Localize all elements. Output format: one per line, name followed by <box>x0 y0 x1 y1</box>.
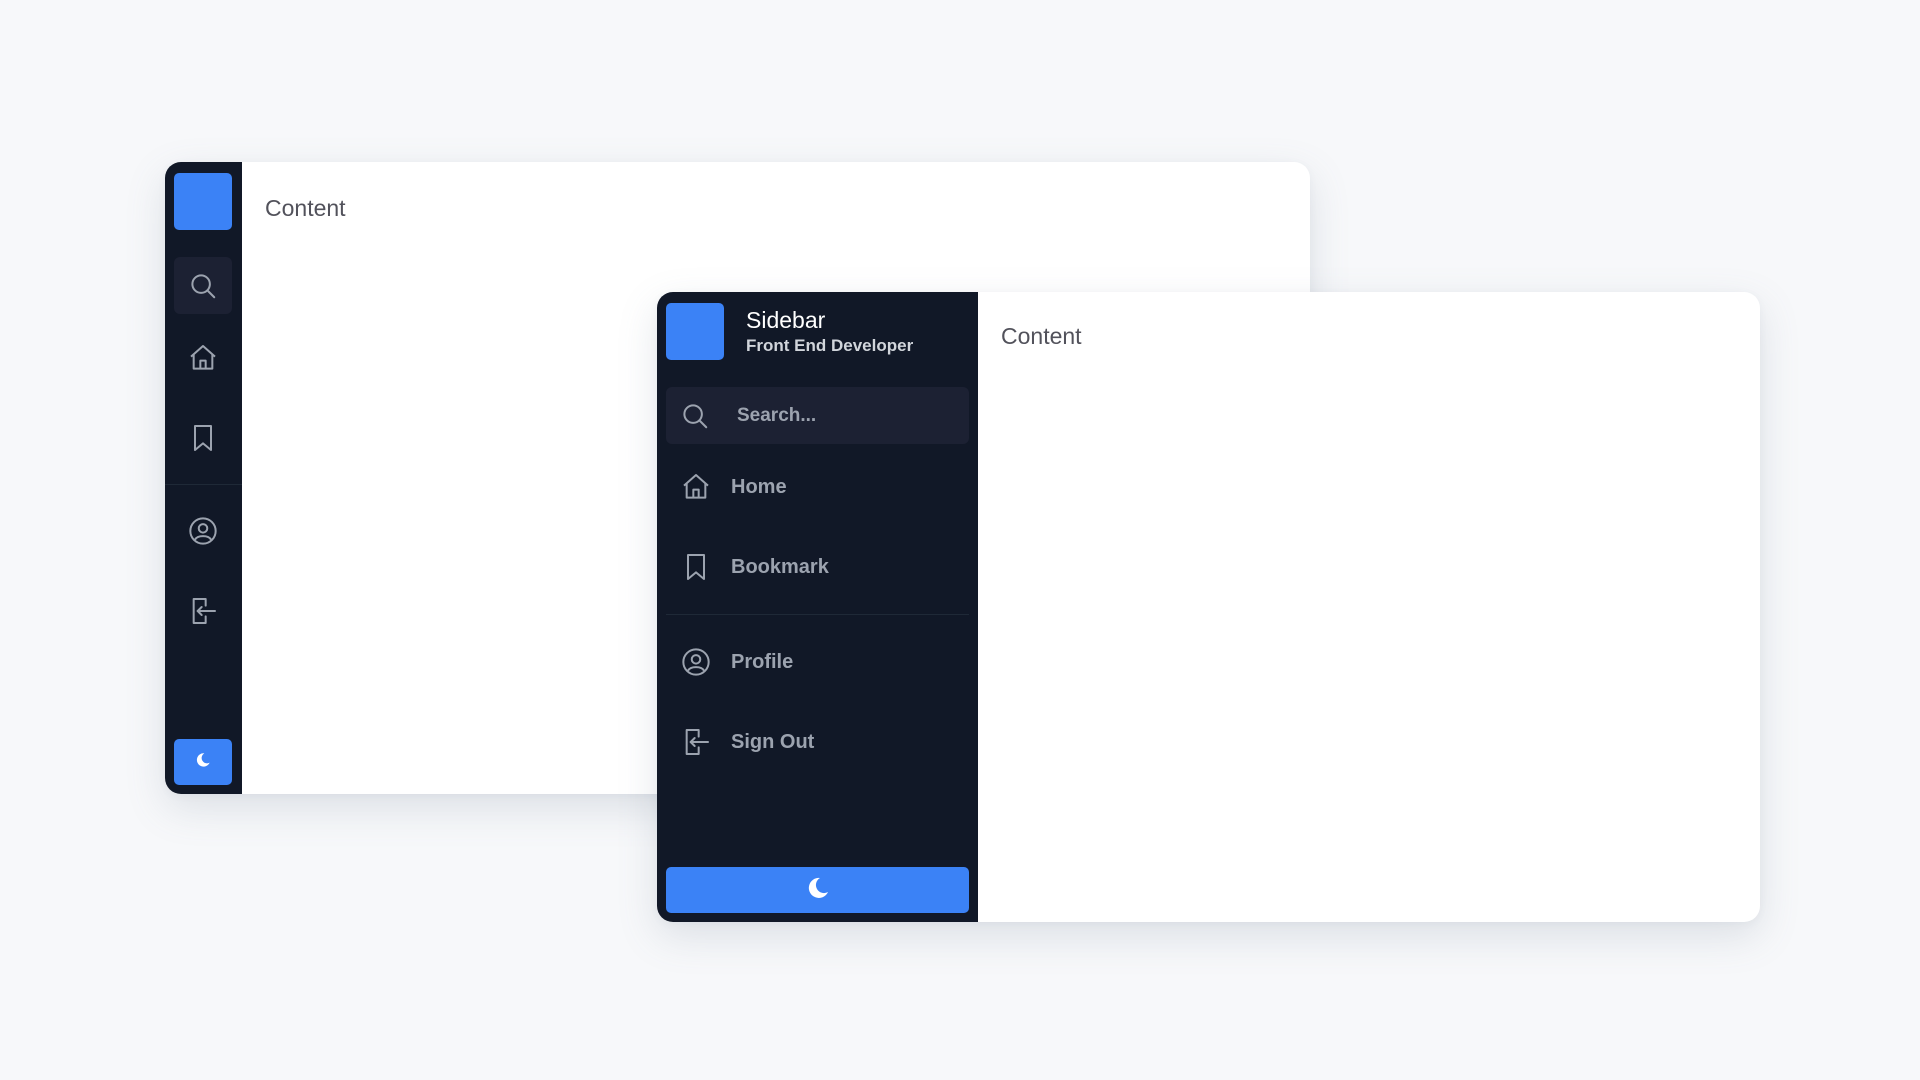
sign-out-icon <box>679 725 713 759</box>
menu-divider <box>165 484 242 485</box>
content-text: Content <box>265 195 346 221</box>
sidebar-item-home[interactable] <box>174 318 232 398</box>
logo[interactable] <box>666 303 724 360</box>
home-icon <box>679 470 713 504</box>
sidebar-item-bookmark[interactable]: Bookmark <box>666 527 969 607</box>
brand-header: Sidebar Front End Developer <box>666 303 969 360</box>
user-circle-icon <box>186 514 220 548</box>
sidebar-item-sign-out[interactable] <box>174 571 232 651</box>
brand-subtitle: Front End Developer <box>746 335 914 355</box>
collapsed-sidebar <box>165 162 242 794</box>
home-icon <box>186 341 220 375</box>
sidebar-item-profile[interactable]: Profile <box>666 622 969 702</box>
sidebar-item-home[interactable]: Home <box>666 447 969 527</box>
expanded-sidebar-window: Sidebar Front End Developer Home Bookmar <box>657 292 1760 922</box>
sidebar-item-label: Sign Out <box>731 730 815 753</box>
expanded-sidebar: Sidebar Front End Developer Home Bookmar <box>657 292 978 922</box>
bookmark-icon <box>186 421 220 455</box>
menu-divider <box>666 614 969 615</box>
brand-title: Sidebar <box>746 306 826 333</box>
logo[interactable] <box>174 173 232 230</box>
sidebar-item-label: Profile <box>731 650 794 673</box>
user-circle-icon <box>679 645 713 679</box>
content-area: Content <box>978 292 1760 922</box>
moon-icon <box>806 876 830 905</box>
sidebar-item-label: Home <box>731 475 787 498</box>
sidebar-item-profile[interactable] <box>174 491 232 571</box>
content-text: Content <box>1001 323 1082 349</box>
search-box <box>666 387 969 444</box>
search-icon <box>186 269 220 303</box>
sidebar-item-label: Bookmark <box>731 555 829 578</box>
search-button[interactable] <box>174 257 232 314</box>
theme-toggle-button[interactable] <box>174 739 232 785</box>
bookmark-icon <box>679 550 713 584</box>
moon-icon <box>195 752 211 773</box>
sidebar-item-sign-out[interactable]: Sign Out <box>666 702 969 782</box>
sidebar-menu <box>165 318 242 651</box>
theme-toggle-button[interactable] <box>666 867 969 913</box>
sidebar-item-bookmark[interactable] <box>174 398 232 478</box>
search-icon <box>678 399 712 433</box>
search-input[interactable] <box>737 404 957 427</box>
sign-out-icon <box>186 594 220 628</box>
sidebar-menu: Home Bookmark Profile Sign Out <box>666 447 969 782</box>
